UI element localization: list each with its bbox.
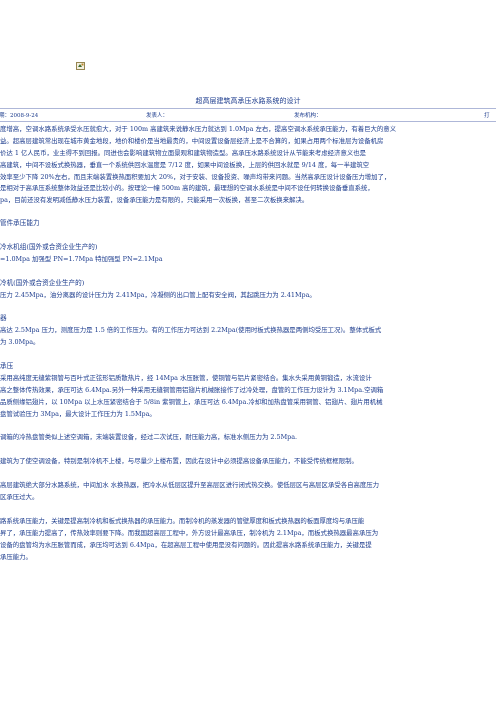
- subsection-heading: 器: [0, 314, 7, 322]
- body-line: 路系统承压能力，关键是提高制冷机和板式换热器的承压能力。而制冷机的蒸发器的管壁厚…: [0, 517, 365, 525]
- subsection-heading: 冷水机组(国外或合资企业生产的): [0, 243, 98, 251]
- body-line: 高层建筑绝大部分水路系统，中间加水 水换热器，把冷水从低层区提升至高层区进行闭式…: [0, 481, 380, 489]
- body-line: 采用高纯度无缝紫铜管与百叶式正弦形铝质散热片，经 14Mpa 水压胀管，使铜管与…: [0, 374, 372, 382]
- body-line: 区承压过大。: [0, 493, 39, 501]
- body-line: 品质侧缘铝翅片，以 10Mpa 以上水压紧密结合于 5/8in 紫铜管上，承压可…: [0, 398, 383, 406]
- body-line: 益。超高层建筑常出现在城市黄金地段，地价和楼价是当地最贵的，中间设置设备层经济上…: [0, 137, 384, 145]
- body-line: 为 3.0Mpa。: [0, 338, 40, 346]
- subsection-heading: 冷机(国外或合资企业生产的): [0, 279, 85, 287]
- body-line: 调箱的冷热盘管类似上述空调箱，末端装置设备，经过二次试压，耐压能力高，标准水侧压…: [0, 433, 298, 441]
- body-line: 建筑为了使空调设备，特别是制冷机不上楼，与尽量少上楼布置，因此在设计中必须提高设…: [0, 457, 358, 465]
- body-line: 设备的盘管均为水压胀管而成，承压均可达到 6.4Mpa，在超高层工程中使用是没有…: [0, 541, 372, 549]
- body-line: 昇了，承压能力提高了，传热效率则要下降。而我国超高层工程中，外方设计最高承压，制…: [0, 529, 379, 537]
- body-line: 效率至少下降 20%左右，而且末端装置换热面积要加大 20%，对于安装、设备投资…: [0, 173, 391, 181]
- section-heading: 管件承压能力: [0, 219, 40, 227]
- body-line: 高之整体传热效果，承压可达 6.4Mpa.另外一种采用无缝铜管用铝翅片机械胀接作…: [0, 386, 384, 394]
- body-line: pa，目前还没有发明减低静水压力装置，设备承压能力是有限的，只能采用一次板换，甚…: [0, 196, 309, 204]
- body-line: 高达 2.5Mpa 压力，测度压力是 1.5 倍的工作压力。有的工作压力可达到 …: [0, 326, 382, 334]
- body-line: 价达 1 亿人民币，业主得不到回报。同进也会影响建筑物立面景观和建筑物造型。高承…: [0, 149, 367, 157]
- subsection-heading: 承压: [0, 362, 14, 370]
- body-line: =1.0Mpa 加强型 PN=1.7Mpa 特加强型 PN=2.1Mpa: [0, 255, 163, 263]
- article-body: 度增高，空调水路系统承受水压就愈大，对于 100m 高建筑来说静水压力就达到 1…: [0, 0, 496, 702]
- body-line: 压力 2.45Mpa，油分离器的设计压力为 2.41Mpa，冷凝侧的出口管上配有…: [0, 291, 316, 299]
- body-line: 盘管试验压力 3Mpa，最大设计工作压力为 1.5Mpa。: [0, 410, 156, 418]
- body-line: 高建筑，中间不设板式换热器，垂直一个系统供回水温度是 7/12 度，如果中间设板…: [0, 161, 370, 169]
- body-line: 承压能力。: [0, 553, 32, 561]
- body-line: 是相对于高承压系统整体效益还是比较小的。按理论一幢 500m 高的建筑，最理想的…: [0, 184, 374, 192]
- body-line: 度增高，空调水路系统承受水压就愈大，对于 100m 高建筑来说静水压力就达到 1…: [0, 125, 397, 133]
